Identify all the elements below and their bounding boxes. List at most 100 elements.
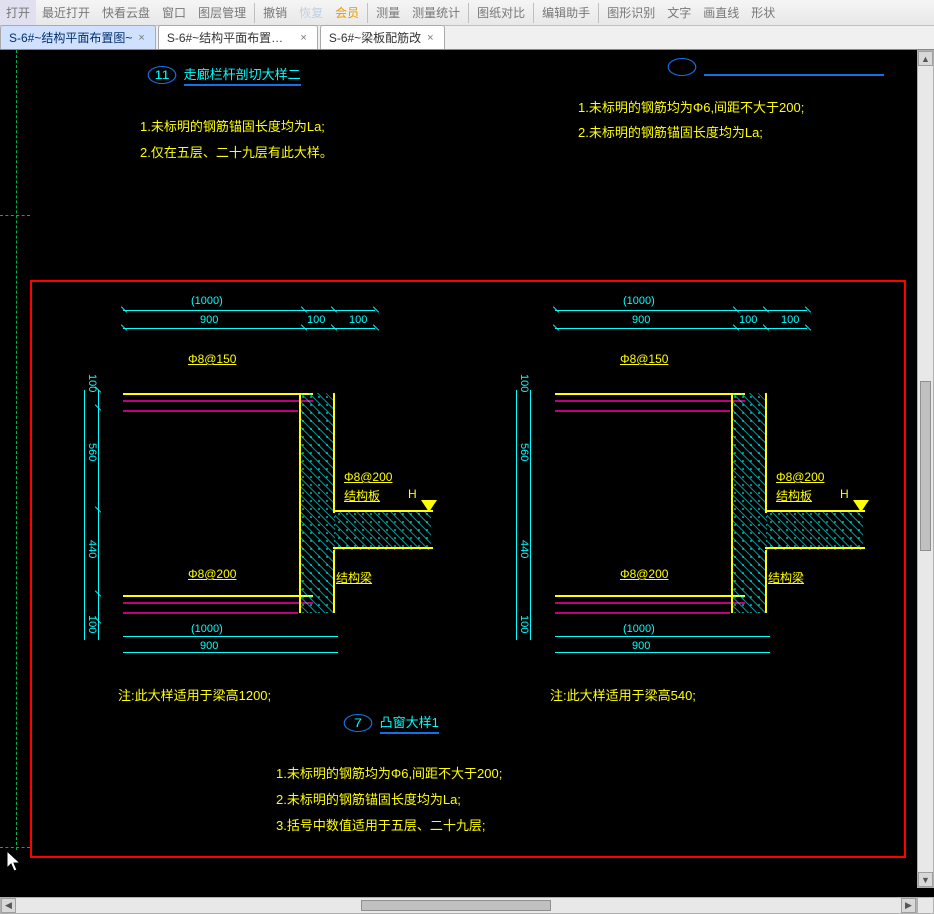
dim-line [123, 328, 375, 329]
toolbar-measure[interactable]: 测量 [370, 0, 406, 25]
section-11-note-2: 2.仅在五层、二十九层有此大样。 [140, 142, 333, 161]
toolbar-window[interactable]: 窗口 [156, 0, 192, 25]
drawing-canvas[interactable]: 11 走廊栏杆剖切大样二 1.未标明的钢筋锚固长度均为La; 2.仅在五层、二十… [0, 50, 934, 914]
tab-3-close-icon[interactable]: × [425, 32, 435, 44]
tab-3-label: S-6#~梁板配筋改 [329, 29, 421, 46]
dim-1000-r: (1000) [623, 295, 655, 307]
tab-3[interactable]: S-6#~梁板配筋改 × [320, 25, 445, 49]
section-7-note-3: 3.括号中数值适用于五层、二十九层; [276, 815, 485, 834]
rebar-200b-l: Φ8@200 [188, 567, 236, 581]
detail-right-note: 注:此大样适用于梁高540; [550, 685, 696, 704]
tab-1-label: S-6#~结构平面布置图~ [9, 29, 132, 46]
rebar-150-r: Φ8@150 [620, 352, 668, 366]
scroll-thumb[interactable] [920, 381, 931, 551]
tab-bar: S-6#~结构平面布置图~ × S-6#~结构平面布置图_t3 × S-6#~梁… [0, 26, 934, 50]
dim-100b-l: 100 [349, 314, 367, 326]
rebar-200a-l: Φ8@200 [344, 470, 392, 484]
dim-line [123, 310, 375, 311]
section-7-note-1: 1.未标明的钢筋均为Φ6,间距不大于200; [276, 763, 502, 782]
detail-left-note: 注:此大样适用于梁高1200; [118, 685, 271, 704]
dim-1000b-l: (1000) [191, 623, 223, 635]
toolbar-redo[interactable]: 恢复 [293, 0, 329, 25]
dim-900-r: 900 [632, 314, 650, 326]
tab-2-close-icon[interactable]: × [298, 32, 308, 44]
cursor-icon [6, 850, 24, 877]
section-7-title: 凸窗大样1 [380, 712, 439, 734]
dim-560-r: 560 [518, 443, 530, 461]
toolbar-cloud[interactable]: 快看云盘 [96, 0, 156, 25]
section-11-title: 走廊栏杆剖切大样二 [184, 64, 301, 86]
section-11-note-1: 1.未标明的钢筋锚固长度均为La; [140, 116, 325, 135]
dim-100v2-l: 100 [86, 615, 98, 633]
toolbar-edit-help[interactable]: 编辑助手 [536, 0, 596, 25]
section-7-note-2: 2.未标明的钢筋锚固长度均为La; [276, 789, 461, 808]
vertical-scrollbar[interactable]: ▲ ▼ [917, 50, 934, 888]
toolbar-vip[interactable]: 会员 [329, 0, 365, 25]
concrete-hatch [731, 393, 767, 613]
concrete-hatch [299, 393, 335, 613]
lab-h-r: H [840, 487, 849, 501]
concrete-hatch [335, 510, 431, 550]
dim-900b-r: 900 [632, 640, 650, 652]
dim-1000-l: (1000) [191, 295, 223, 307]
guide-line [0, 215, 30, 216]
toolbar-draw-line[interactable]: 画直线 [697, 0, 745, 25]
dim-900-l: 900 [200, 314, 218, 326]
lab-beam-r: 结构梁 [768, 569, 804, 586]
level-marker-icon [421, 500, 437, 512]
scroll-up-icon[interactable]: ▲ [918, 51, 933, 66]
tab-1-close-icon[interactable]: × [136, 32, 146, 44]
dim-line [98, 390, 99, 640]
dim-line [123, 652, 338, 653]
section-11-heading: 11 走廊栏杆剖切大样二 [150, 64, 301, 86]
dim-100a-r: 100 [739, 314, 757, 326]
scroll-right-icon[interactable]: ▶ [901, 898, 916, 913]
dim-100v2-r: 100 [518, 615, 530, 633]
horizontal-scrollbar[interactable]: ◀ ▶ [0, 897, 917, 914]
dim-1000b-r: (1000) [623, 623, 655, 635]
section-right-heading [670, 58, 884, 79]
toolbar-layer[interactable]: 图层管理 [192, 0, 252, 25]
toolbar-shape[interactable]: 形状 [745, 0, 781, 25]
scroll-left-icon[interactable]: ◀ [1, 898, 16, 913]
lab-board-l: 结构板 [344, 487, 380, 504]
section-right-number [668, 58, 697, 76]
rebar-200a-r: Φ8@200 [776, 470, 824, 484]
level-marker-icon [853, 500, 869, 512]
lab-h-l: H [408, 487, 417, 501]
rebar-200b-r: Φ8@200 [620, 567, 668, 581]
concrete-hatch [767, 510, 863, 550]
dim-560-l: 560 [86, 443, 98, 461]
section-7-heading: 7 凸窗大样1 [346, 712, 439, 734]
scroll-thumb[interactable] [361, 900, 551, 911]
section-11-number: 11 [148, 66, 177, 84]
rebar-150-l: Φ8@150 [188, 352, 236, 366]
dim-100v1-l: 100 [86, 374, 98, 392]
dim-100b-r: 100 [781, 314, 799, 326]
section-7-number: 7 [344, 714, 373, 732]
scroll-down-icon[interactable]: ▼ [918, 872, 933, 887]
tab-1[interactable]: S-6#~结构平面布置图~ × [0, 25, 156, 49]
tab-2[interactable]: S-6#~结构平面布置图_t3 × [158, 25, 318, 49]
tab-2-label: S-6#~结构平面布置图_t3 [167, 29, 295, 46]
scrollbar-corner [917, 897, 934, 914]
section-right-note-1: 1.未标明的钢筋均为Φ6,间距不大于200; [578, 97, 804, 116]
dim-100a-l: 100 [307, 314, 325, 326]
toolbar-undo[interactable]: 撤销 [257, 0, 293, 25]
dim-440-r: 440 [518, 540, 530, 558]
toolbar-shape-rec[interactable]: 图形识别 [601, 0, 661, 25]
dim-440-l: 440 [86, 540, 98, 558]
dim-100v1-r: 100 [518, 374, 530, 392]
dim-line [123, 636, 338, 637]
guide-line [16, 50, 17, 850]
guide-line [0, 847, 30, 848]
toolbar-text[interactable]: 文字 [661, 0, 697, 25]
lab-beam-l: 结构梁 [336, 569, 372, 586]
toolbar-recent[interactable]: 最近打开 [36, 0, 96, 25]
toolbar-compare[interactable]: 图纸对比 [471, 0, 531, 25]
dim-900b-l: 900 [200, 640, 218, 652]
section-right-note-2: 2.未标明的钢筋锚固长度均为La; [578, 122, 763, 141]
toolbar: 打开 最近打开 快看云盘 窗口 图层管理 撤销 恢复 会员 测量 测量统计 图纸… [0, 0, 934, 26]
toolbar-measure-stats[interactable]: 测量统计 [406, 0, 466, 25]
toolbar-open[interactable]: 打开 [0, 0, 36, 25]
